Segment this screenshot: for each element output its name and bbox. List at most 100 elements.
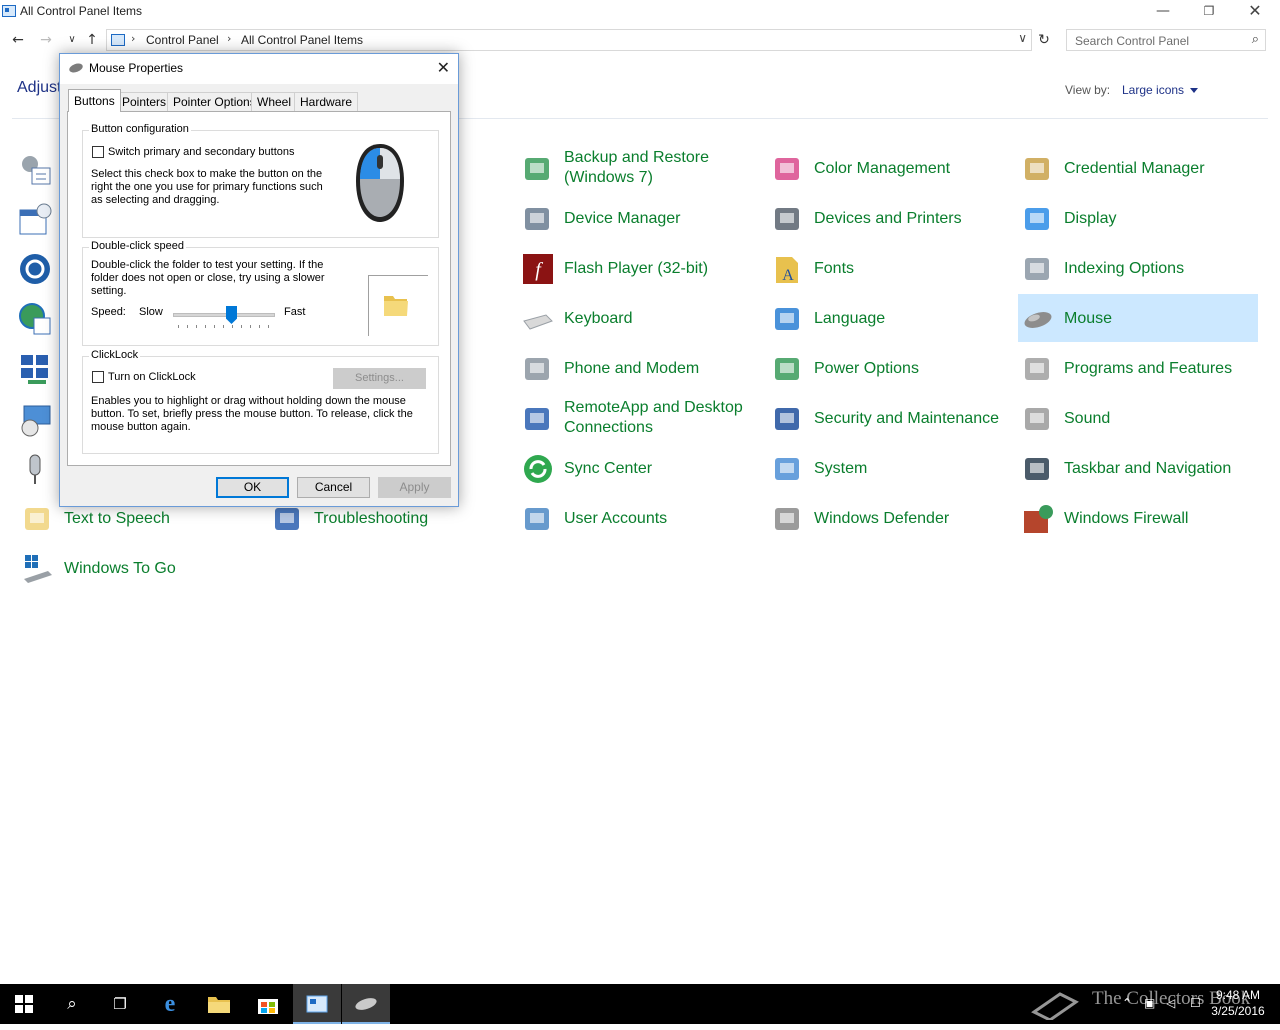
recovery-icon[interactable] [18,402,54,438]
search-input[interactable]: Search Control Panel ⌕ [1066,29,1266,51]
ok-button[interactable]: OK [216,477,289,498]
breadcrumb-all-items[interactable]: All Control Panel Items [241,33,363,47]
store-icon[interactable] [244,984,292,1024]
tab-wheel[interactable]: Wheel [251,92,298,111]
cp-item-devices-printers[interactable]: Devices and Printers [768,194,1008,242]
cp-item-sound[interactable]: Sound [1018,394,1258,442]
start-button[interactable] [0,984,48,1024]
breadcrumb-control-panel[interactable]: Control Panel [146,33,219,47]
control-panel-taskbar-button[interactable] [293,984,341,1024]
cp-item-label: RemoteApp and Desktop Connections [564,399,743,436]
cp-item-credential-manager[interactable]: Credential Manager [1018,144,1258,192]
control-panel-icon [306,995,328,1013]
search-icon[interactable]: ⌕ [1252,32,1259,47]
cp-item-windows-to-go[interactable]: Windows To Go [18,544,258,592]
switch-buttons-label[interactable]: Switch primary and secondary buttons [108,146,294,159]
test-folder-area[interactable] [368,275,428,336]
internet-options-icon[interactable] [18,302,54,338]
cp-item-flash-player[interactable]: f Flash Player (32-bit) [518,244,758,292]
administrative-tools-icon[interactable] [18,152,54,188]
address-field[interactable]: › Control Panel › All Control Panel Item… [106,29,1032,51]
mouse-properties-taskbar-button[interactable] [342,984,390,1024]
sound-icon [1025,408,1049,430]
taskbar-navigation-icon [1025,458,1049,480]
breadcrumb-separator[interactable]: › [131,32,135,45]
cp-item-device-manager[interactable]: Device Manager [518,194,758,242]
clicklock-checkbox[interactable] [92,371,104,383]
tab-pointer-options[interactable]: Pointer Options [167,92,262,111]
switch-buttons-checkbox[interactable] [92,146,104,158]
view-by-label: View by: [1065,83,1111,97]
dialog-close-button[interactable]: ✕ [437,58,450,77]
refresh-button[interactable]: ↻ [1034,30,1054,50]
address-dropdown-icon[interactable]: ∨ [1018,31,1027,45]
cp-item-user-accounts[interactable]: User Accounts [518,494,758,542]
caret-down-icon [1190,88,1199,94]
tab-pointers[interactable]: Pointers [116,92,173,111]
indexing-options-icon [1025,258,1049,280]
cp-item-label: Taskbar and Navigation [1064,460,1232,477]
restore-button[interactable]: ❐ [1186,0,1232,24]
task-view-button[interactable]: ❐ [96,984,144,1024]
up-button[interactable]: ↑ [82,31,102,49]
autoplay-icon[interactable] [18,202,54,238]
cp-item-taskbar-navigation[interactable]: Taskbar and Navigation [1018,444,1258,492]
cp-item-indexing-options[interactable]: Indexing Options [1018,244,1258,292]
recent-locations-button[interactable]: ∨ [62,31,82,49]
action-center-icon[interactable]: ☐ [1190,996,1201,1010]
cancel-button[interactable]: Cancel [297,477,370,498]
breadcrumb-separator[interactable]: › [227,32,231,45]
slider-tick [214,325,215,328]
bitlocker-icon[interactable] [18,252,54,288]
network-sharing-icon[interactable] [18,352,54,388]
edge-browser-icon[interactable]: e [146,984,194,1024]
cp-item-label: Indexing Options [1064,260,1185,277]
cp-item-label: Windows Defender [814,510,950,527]
forward-button[interactable]: → [36,31,56,49]
speech-recognition-icon[interactable] [18,452,54,488]
view-by-dropdown[interactable]: Large icons [1122,83,1199,97]
cp-item-label: Troubleshooting [314,510,429,527]
tab-buttons[interactable]: Buttons [68,89,121,112]
clicklock-label[interactable]: Turn on ClickLock [108,371,196,384]
clicklock-settings-button[interactable]: Settings... [333,368,426,389]
show-hidden-icons-button[interactable]: ⌃ [1122,996,1132,1010]
cp-item-backup-restore[interactable]: Backup and Restore (Windows 7) [518,144,758,192]
cp-item-remoteapp[interactable]: RemoteApp and Desktop Connections [518,394,758,442]
slider-track[interactable] [173,313,275,317]
close-window-button[interactable]: ✕ [1232,0,1278,24]
cp-item-phone-modem[interactable]: Phone and Modem [518,344,758,392]
minimize-button[interactable]: — [1140,0,1186,24]
cp-item-mouse[interactable]: Mouse [1018,294,1258,342]
window-title: All Control Panel Items [20,4,143,18]
cp-item-windows-firewall[interactable]: Windows Firewall [1018,494,1258,542]
button-config-description: Select this check box to make the button… [91,168,323,206]
cp-item-label: Fonts [814,260,855,277]
credential-manager-icon [1025,158,1049,180]
cp-item-programs-features[interactable]: Programs and Features [1018,344,1258,392]
cp-item-system[interactable]: System [768,444,1008,492]
file-explorer-icon[interactable] [195,984,243,1024]
network-icon[interactable]: ▣ [1144,996,1155,1010]
volume-muted-icon[interactable]: ◁ [1166,996,1175,1010]
cp-item-display[interactable]: Display [1018,194,1258,242]
cp-item-windows-defender[interactable]: Windows Defender [768,494,1008,542]
cp-item-keyboard[interactable]: Keyboard [518,294,758,342]
back-button[interactable]: ← [8,31,28,49]
cp-item-security-maintenance[interactable]: Security and Maintenance [768,394,1008,442]
cp-item-label: Security and Maintenance [814,410,999,427]
cp-item-color-management[interactable]: Color Management [768,144,1008,192]
tab-hardware[interactable]: Hardware [294,92,359,111]
search-taskbar-button[interactable]: ⌕ [48,984,96,1024]
slider-thumb[interactable] [226,306,237,324]
double-click-speed-slider[interactable] [173,306,275,332]
cp-item-power-options[interactable]: Power Options [768,344,1008,392]
cp-item-label: Keyboard [564,310,633,327]
cp-item-fonts[interactable]: A Fonts [768,244,1008,292]
cp-item-language[interactable]: Language [768,294,1008,342]
apply-button[interactable]: Apply [378,477,451,498]
windows-logo-icon [15,995,33,1013]
cp-item-sync-center[interactable]: Sync Center [518,444,758,492]
folder-icon[interactable] [381,290,411,320]
system-clock[interactable]: 9:48 AM 3/25/2016 [1206,987,1270,1019]
